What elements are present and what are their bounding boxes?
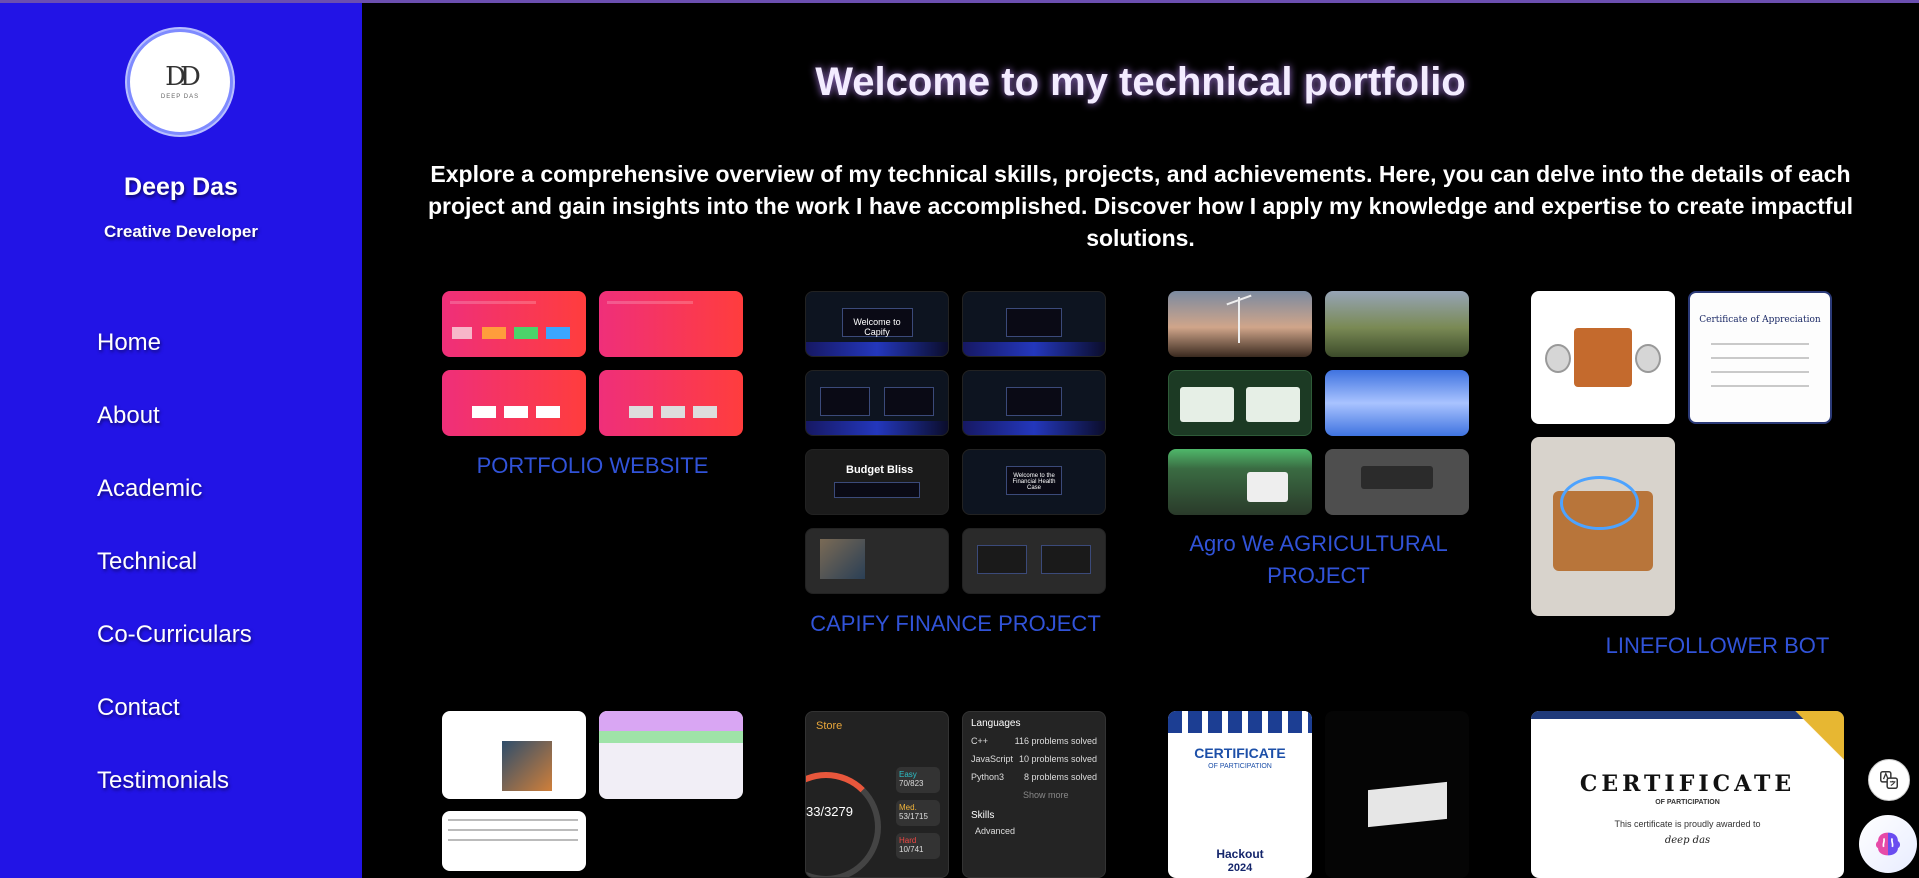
page-title: Welcome to my technical portfolio	[815, 60, 1466, 104]
event-night-photo[interactable]	[1325, 711, 1469, 878]
capify-screenshot[interactable]	[962, 370, 1106, 436]
hackout-year: 2024	[1227, 862, 1253, 874]
skills-heading: Skills	[971, 810, 995, 821]
agro-screenshot[interactable]	[1168, 291, 1312, 357]
portfolio-screenshot[interactable]	[442, 291, 586, 357]
hard-value: 10/741	[899, 845, 924, 854]
profile-role: Creative Developer	[103, 222, 259, 241]
show-more-link: Show more	[1023, 790, 1069, 800]
certificate-recipient: deep das	[1664, 835, 1711, 846]
portfolio-screenshot[interactable]	[599, 291, 743, 357]
languages-screenshot[interactable]: Languages C++ 116 problems solved JavaSc…	[962, 711, 1106, 878]
capify-thumb-heading: Welcome to the Financial Health Case	[1005, 466, 1063, 495]
profile-name: Deep Das	[124, 173, 238, 201]
certificate-heading: CERTIFICATE	[1194, 745, 1286, 761]
nav-item-about[interactable]: About	[97, 402, 160, 430]
skills-advanced: Advanced	[975, 826, 1016, 836]
certificate-subheading: OF PARTICIPATION	[1655, 799, 1720, 806]
capify-screenshot[interactable]: Budget Bliss	[805, 449, 949, 515]
avatar-logo[interactable]: DD DEEP DAS	[127, 29, 233, 135]
solved-count: 33/3279	[806, 804, 853, 819]
medium-label: Med.	[899, 803, 917, 812]
portfolio-screenshot[interactable]	[442, 370, 586, 436]
agro-screenshot[interactable]	[1325, 370, 1469, 436]
language-count: 116 problems solved	[1014, 736, 1097, 746]
hackout-event: Hackout	[1216, 847, 1264, 861]
capify-screenshot[interactable]: Welcome to the Financial Health Case	[962, 449, 1106, 515]
participation-certificate[interactable]: CERTIFICATE OF PARTICIPATION This certif…	[1531, 711, 1844, 878]
translate-icon	[1880, 771, 1898, 789]
language-tag: JavaScript	[971, 754, 1014, 764]
translate-button[interactable]	[1868, 759, 1910, 801]
top-accent-line	[0, 0, 1919, 3]
language-count: 8 problems solved	[1023, 772, 1097, 782]
nav-item-testimonials[interactable]: Testimonials	[97, 767, 229, 795]
logo-monogram: DD	[165, 62, 201, 92]
capify-screenshot[interactable]: Welcome to Capify	[805, 291, 949, 357]
main-content: Welcome to my technical portfolio Explor…	[362, 0, 1919, 878]
project-screenshot[interactable]	[599, 711, 743, 799]
assistant-button[interactable]	[1859, 815, 1917, 873]
language-tag: Python3	[971, 772, 1005, 782]
easy-label: Easy	[899, 770, 917, 779]
linefollower-photo[interactable]	[1531, 437, 1675, 616]
store-label: Store	[816, 720, 843, 732]
capify-screenshot[interactable]	[805, 528, 949, 594]
capify-thumb-heading: Budget Bliss	[846, 464, 914, 476]
hard-label: Hard	[899, 836, 917, 845]
capify-screenshot[interactable]	[962, 528, 1106, 594]
project-screenshot[interactable]	[442, 811, 586, 871]
leetcode-stats-screenshot[interactable]: Store 33/3279 Easy 70/823 Med. 53/1715 Har…	[805, 711, 949, 878]
language-count: 10 problems solved	[1018, 754, 1097, 764]
certificate-subheading: OF PARTICIPATION	[1208, 763, 1272, 770]
language-tag: C++	[971, 736, 989, 746]
nav-item-home[interactable]: Home	[97, 329, 161, 357]
project-title-agro[interactable]: Agro We AGRICULTURAL PROJECT	[1168, 528, 1469, 592]
nav-item-co-curriculars[interactable]: Co-Curriculars	[97, 621, 252, 649]
agro-screenshot[interactable]	[1168, 370, 1312, 436]
nav-item-academic[interactable]: Academic	[97, 475, 202, 503]
project-title-capify[interactable]: CAPIFY FINANCE PROJECT	[805, 608, 1106, 640]
logo-text: DEEP DAS	[160, 94, 200, 100]
portfolio-screenshot[interactable]	[599, 370, 743, 436]
brain-icon	[1875, 832, 1901, 856]
appreciation-certificate[interactable]: Certificate of Appreciation	[1688, 291, 1832, 424]
languages-heading: Languages	[971, 718, 1021, 729]
sidebar: DD DEEP DAS Deep Das Creative Developer …	[0, 0, 362, 878]
nav-item-technical[interactable]: Technical	[97, 548, 197, 576]
linefollower-photo[interactable]	[1531, 291, 1675, 424]
certificate-award-line: This certificate is proudly awarded to	[1614, 819, 1761, 829]
agro-screenshot[interactable]	[1325, 449, 1469, 515]
medium-value: 53/1715	[899, 812, 928, 821]
capify-screenshot[interactable]	[962, 291, 1106, 357]
project-screenshot[interactable]	[442, 711, 586, 799]
hackout-certificate[interactable]: CERTIFICATE OF PARTICIPATION Hackout 202…	[1168, 711, 1312, 878]
project-title-linefollower[interactable]: LINEFOLLOWER BOT	[1531, 630, 1904, 662]
intro-text: Explore a comprehensive overview of my t…	[427, 161, 1854, 251]
certificate-heading: CERTIFICATE	[1579, 771, 1796, 797]
capify-screenshot[interactable]	[805, 370, 949, 436]
agro-screenshot[interactable]	[1168, 449, 1312, 515]
agro-screenshot[interactable]	[1325, 291, 1469, 357]
project-title-portfolio[interactable]: PORTFOLIO WEBSITE	[442, 450, 743, 482]
nav-item-contact[interactable]: Contact	[97, 694, 180, 722]
easy-value: 70/823	[899, 779, 924, 788]
capify-thumb-heading: Welcome to Capify	[841, 308, 913, 337]
certificate-heading: Certificate of Appreciation	[1699, 315, 1821, 325]
